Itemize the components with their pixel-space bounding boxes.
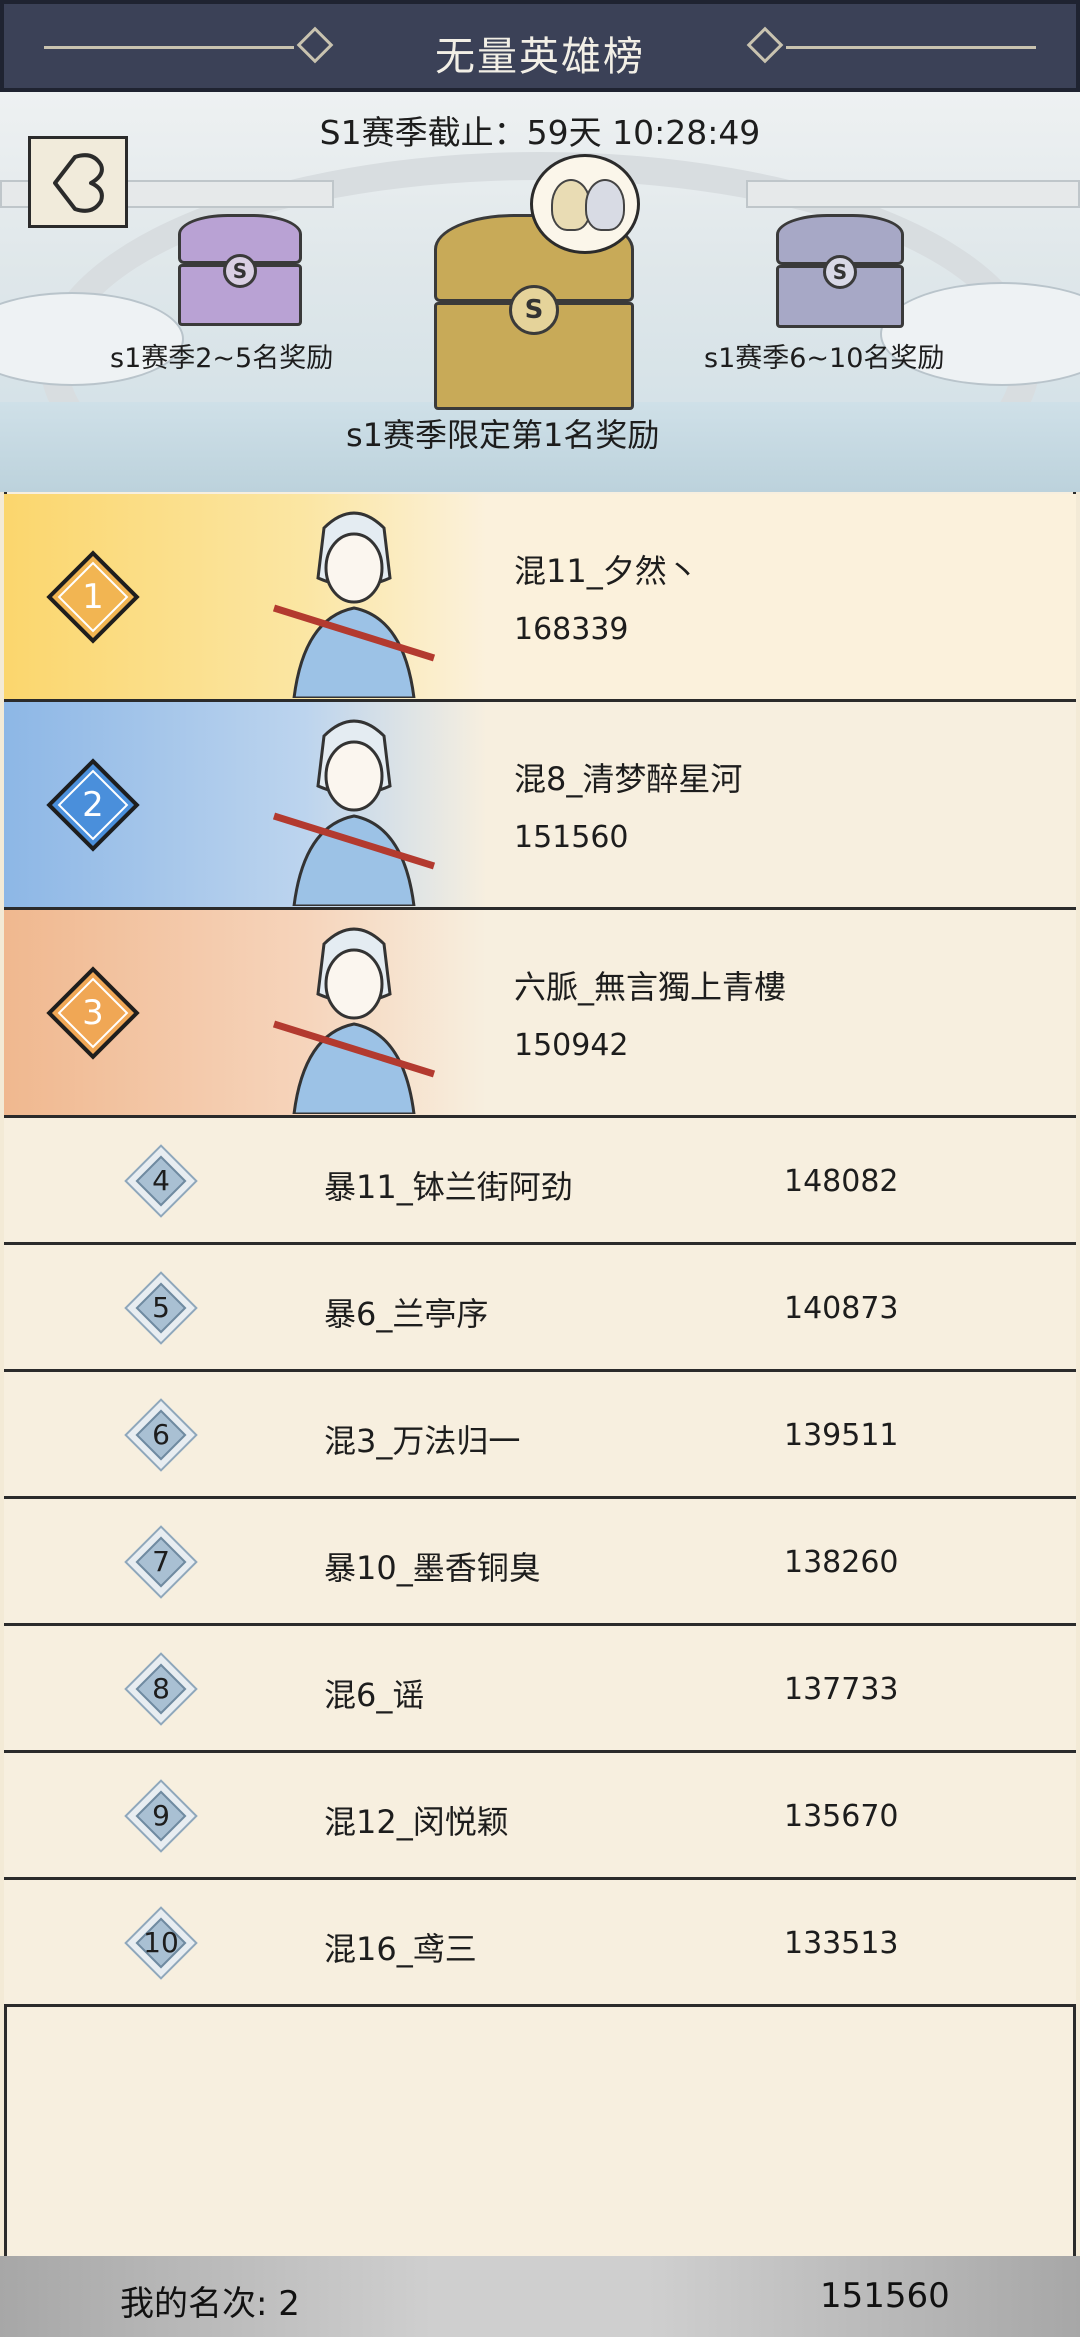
hero-portrait — [272, 927, 436, 1114]
rank-badge: 10 — [124, 1906, 198, 1980]
player-name: 六脈_無言獨上青樓 — [514, 968, 787, 1006]
my-rank-label: 我的名次: 2 — [120, 2284, 300, 2324]
banner-rail-right — [746, 180, 1080, 208]
rank-badge: 5 — [124, 1271, 198, 1345]
rank-badge: 6 — [124, 1398, 198, 1472]
title-ornament-right — [786, 46, 1036, 49]
player-name: 暴10_墨香铜臭 — [324, 1549, 541, 1587]
table-row[interactable]: 7 暴10_墨香铜臭 138260 — [4, 1499, 1076, 1626]
back-button[interactable] — [28, 136, 128, 228]
player-score: 138260 — [784, 1545, 899, 1580]
chest-lock-icon: S — [823, 255, 857, 290]
player-score: 133513 — [784, 1926, 899, 1961]
player-name: 混3_万法归一 — [324, 1422, 521, 1460]
rank-badge-orange: 3 — [46, 966, 140, 1060]
player-score: 151560 — [514, 820, 629, 855]
chest-lock-icon: S — [509, 284, 559, 335]
player-score: 137733 — [784, 1672, 899, 1707]
reward-banner: S1赛季截止：59天 10:28:49 S s1赛季2~5名奖励 S s1赛季限… — [0, 92, 1080, 492]
my-rank-bar: 我的名次: 2 151560 — [0, 2256, 1080, 2337]
rank-badge: 7 — [124, 1525, 198, 1599]
table-row[interactable]: 8 混6_谣 137733 — [4, 1626, 1076, 1753]
table-row[interactable]: 4 暴11_钵兰街阿劲 148082 — [4, 1118, 1076, 1245]
table-row[interactable]: 9 混12_闵悦颖 135670 — [4, 1753, 1076, 1880]
table-row[interactable]: 6 混3_万法归一 139511 — [4, 1372, 1076, 1499]
hero-portrait — [272, 719, 436, 906]
back-arrow-icon — [53, 153, 104, 213]
rank-badge: 4 — [124, 1144, 198, 1218]
reward-chest-2-5[interactable]: S — [178, 214, 302, 326]
rank-badge: 8 — [124, 1652, 198, 1726]
rank-badge-blue: 2 — [46, 758, 140, 852]
table-row[interactable]: 10 混16_鸢三 133513 — [4, 1880, 1076, 2007]
player-name: 混16_鸢三 — [324, 1930, 477, 1968]
player-name: 混12_闵悦颖 — [324, 1803, 509, 1841]
player-name: 混11_夕然丶 — [514, 552, 699, 590]
reward-label-2-5: s1赛季2~5名奖励 — [110, 343, 334, 374]
player-name: 混8_清梦醉星河 — [514, 760, 743, 798]
hero-portrait — [272, 511, 436, 698]
title-bar: 无量英雄榜 — [0, 0, 1080, 92]
reward-label-1: s1赛季限定第1名奖励 — [346, 416, 660, 454]
rank-badge: 9 — [124, 1779, 198, 1853]
player-name: 暴11_钵兰街阿劲 — [324, 1168, 573, 1206]
reward-label-6-10: s1赛季6~10名奖励 — [704, 343, 945, 374]
player-score: 150942 — [514, 1028, 629, 1063]
page-title: 无量英雄榜 — [435, 34, 645, 80]
player-score: 148082 — [784, 1164, 899, 1199]
player-name: 混6_谣 — [324, 1676, 425, 1714]
player-score: 168339 — [514, 612, 629, 647]
player-score: 135670 — [784, 1799, 899, 1834]
my-score: 151560 — [820, 2276, 950, 2316]
season-countdown: S1赛季截止：59天 10:28:49 — [319, 113, 761, 152]
ranking-row-top[interactable]: 1 混11_夕然丶 168339 — [4, 494, 1076, 702]
table-row[interactable]: 5 暴6_兰亭序 140873 — [4, 1245, 1076, 1372]
character-face-icon — [585, 179, 625, 231]
player-score: 140873 — [784, 1291, 899, 1326]
speech-bubble-avatar — [530, 154, 640, 254]
ranking-row-top[interactable]: 3 六脈_無言獨上青樓 150942 — [4, 910, 1076, 1118]
player-name: 暴6_兰亭序 — [324, 1295, 489, 1333]
rank-badge-gold: 1 — [46, 550, 140, 644]
ranking-row-top[interactable]: 2 混8_清梦醉星河 151560 — [4, 702, 1076, 910]
reward-chest-6-10[interactable]: S — [776, 214, 904, 328]
player-score: 139511 — [784, 1418, 899, 1453]
